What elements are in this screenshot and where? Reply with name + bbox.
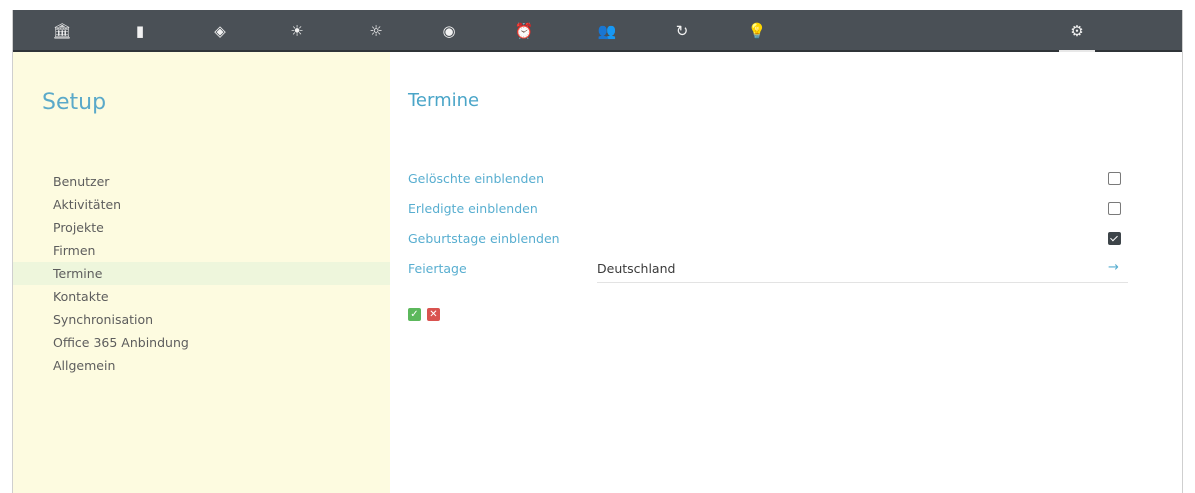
- holidays-label: Feiertage: [408, 261, 467, 276]
- sidebar-item-allgemein[interactable]: Allgemein: [13, 354, 390, 377]
- target-icon[interactable]: ◈: [209, 20, 231, 42]
- option-label: Geburtstage einblenden: [408, 231, 560, 246]
- sidebar-item-benutzer[interactable]: Benutzer: [13, 170, 390, 193]
- bank-icon[interactable]: 🏛: [51, 20, 73, 42]
- users-icon[interactable]: 👥: [596, 20, 618, 42]
- sidebar-item-kontakte[interactable]: Kontakte: [13, 285, 390, 308]
- page-title: Termine: [408, 90, 480, 111]
- sidebar-item-termine[interactable]: Termine: [13, 262, 390, 285]
- sun-icon[interactable]: ☀: [286, 20, 308, 42]
- gear-icon[interactable]: ⚙: [1059, 20, 1095, 52]
- document-icon[interactable]: ▮: [129, 20, 151, 42]
- sidebar-item-firmen[interactable]: Firmen: [13, 239, 390, 262]
- holidays-row[interactable]: Feiertage Deutschland →: [408, 258, 1128, 283]
- lightbulb-icon[interactable]: 💡: [746, 20, 768, 42]
- alarm-clock-icon[interactable]: ⏰: [513, 20, 535, 42]
- sidebar-menu: Benutzer Aktivitäten Projekte Firmen Termine…: [13, 170, 390, 377]
- main-content: Termine Gelöschte einblenden Erledigte e…: [408, 52, 1182, 493]
- show-birthdays-checkbox[interactable]: [1108, 232, 1121, 245]
- show-completed-checkbox[interactable]: [1108, 202, 1121, 215]
- record-icon[interactable]: ◉: [438, 20, 460, 42]
- sidebar: Setup Benutzer Aktivitäten Projekte Firmen T…: [13, 52, 390, 493]
- sidebar-item-projekte[interactable]: Projekte: [13, 216, 390, 239]
- holidays-select-value[interactable]: Deutschland: [597, 261, 675, 276]
- sidebar-item-office-365-anbindung[interactable]: Office 365 Anbindung: [13, 331, 390, 354]
- cancel-button[interactable]: ✕: [427, 308, 440, 321]
- sidebar-title: Setup: [42, 90, 107, 115]
- sidebar-item-aktivit-ten[interactable]: Aktivitäten: [13, 193, 390, 216]
- refresh-icon[interactable]: ↻: [671, 20, 693, 42]
- option-label: Gelöschte einblenden: [408, 171, 545, 186]
- option-row-birthdays: Geburtstage einblenden: [408, 228, 1128, 252]
- sidebar-item-synchronisation[interactable]: Synchronisation: [13, 308, 390, 331]
- sun-outline-icon[interactable]: ☼: [365, 20, 387, 42]
- arrow-right-icon[interactable]: →: [1108, 260, 1119, 275]
- show-deleted-checkbox[interactable]: [1108, 172, 1121, 185]
- option-label: Erledigte einblenden: [408, 201, 538, 216]
- option-row-deleted: Gelöschte einblenden: [408, 168, 1128, 192]
- holidays-underline: [597, 282, 1128, 283]
- confirm-button[interactable]: ✓: [408, 308, 421, 321]
- app-frame: 🏛 ▮ ◈ ☀ ☼ ◉ ⏰ 👥 ↻ 💡 ⚙ Setup Benutzer Aktivitäten Pro…: [12, 10, 1183, 493]
- option-row-completed: Erledigte einblenden: [408, 198, 1128, 222]
- top-navigation-bar: 🏛 ▮ ◈ ☀ ☼ ◉ ⏰ 👥 ↻ 💡 ⚙: [13, 10, 1182, 52]
